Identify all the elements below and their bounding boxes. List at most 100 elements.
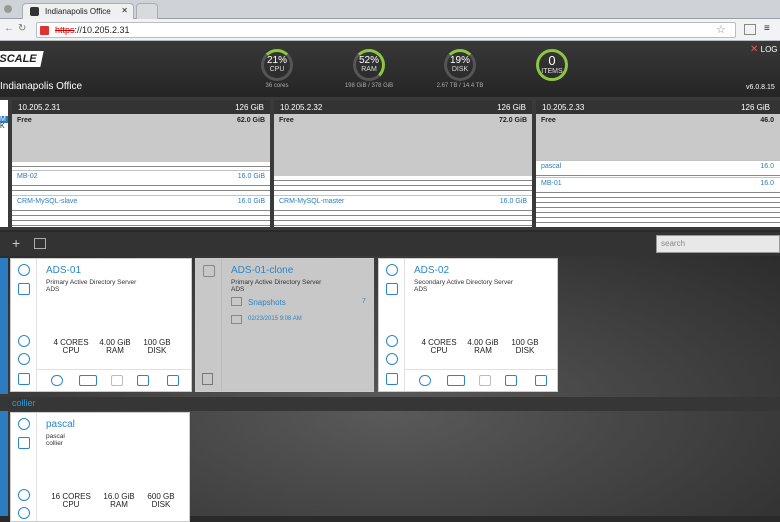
vm-description: Primary Active Directory Server (231, 279, 322, 286)
vm-card-ads01[interactable]: ADS-01 Primary Active Directory Server AD… (10, 258, 192, 392)
vm-card-ads01-clone[interactable]: ADS-01-clone Primary Active Directory Se… (195, 258, 374, 392)
node-ip: 10.205.2.32 (280, 103, 323, 112)
camera-icon[interactable] (167, 375, 179, 386)
free-value: 46.0 (760, 117, 774, 124)
console-icon[interactable] (18, 283, 30, 295)
ram-value: 52% (358, 55, 379, 66)
vm-name[interactable]: ADS-01-clone (231, 265, 293, 276)
vm-tag: ADS (231, 286, 245, 293)
vm-card-ads02[interactable]: ADS-02 Secondary Active Directory Server… (378, 258, 558, 392)
add-icon[interactable]: + (12, 235, 20, 251)
logout-button[interactable]: ✕ LOG (750, 44, 778, 55)
snapshots-icon (231, 297, 242, 306)
url-host: ://10.205.2.31 (74, 25, 130, 35)
search-input[interactable]: search (656, 235, 780, 253)
snapshot-list-icon[interactable] (505, 375, 517, 386)
status-icon[interactable] (18, 489, 30, 501)
snapshots-label[interactable]: Snapshots (248, 298, 286, 307)
vm-row[interactable]: MB-02 16.0 GiB (12, 170, 270, 181)
node-1[interactable]: 10.205.2.31 126 GiB Free 62.0 GiB MB-02 16.… (12, 100, 270, 227)
wrench-icon[interactable] (419, 375, 431, 386)
cpu-stat: 4 CORES CPU (421, 338, 457, 355)
vm-name[interactable]: ADS-01 (46, 265, 81, 276)
vm-card-pascal[interactable]: pascal pascal collier 16 CORES CPU 16.0 Gi… (10, 412, 190, 522)
delete-icon[interactable] (479, 375, 491, 386)
console-icon[interactable] (203, 265, 215, 277)
layers-icon[interactable] (18, 373, 30, 385)
node-panels: M K 10.205.2.31 126 GiB Free 62.0 GiB MB-0… (0, 97, 780, 230)
group-header-collier[interactable]: collier (0, 397, 780, 411)
left-stub-2: K (0, 123, 5, 130)
delete-icon[interactable] (202, 373, 213, 385)
back-icon[interactable]: ← (4, 23, 14, 34)
tab-close-icon[interactable]: ✕ (121, 6, 128, 15)
left-stub-1: M (0, 116, 8, 123)
node-2[interactable]: 10.205.2.32 126 GiB Free 72.0 GiB CRM-MySQ… (274, 100, 532, 227)
snapshot-item-icon (231, 315, 242, 324)
disk-stat: 100 GB DISK (511, 338, 539, 355)
vm-row[interactable]: pascal 16.0 (536, 160, 780, 171)
ram-stat: 4.00 GiB RAM (99, 338, 131, 355)
ram-sub: 198 GiB / 378 GiB (344, 83, 394, 89)
layers-icon[interactable] (386, 373, 398, 385)
vm-name[interactable]: ADS-02 (414, 265, 449, 276)
status-icon[interactable] (18, 335, 30, 347)
cpu-stat: 4 CORES CPU (53, 338, 89, 355)
power-icon[interactable] (386, 264, 398, 276)
disk-value: 19% (449, 55, 470, 66)
delete-icon[interactable] (111, 375, 123, 386)
snapshots-count: 7 (362, 298, 366, 305)
left-stub-panel: M K (0, 100, 8, 227)
extension-icon[interactable] (744, 24, 756, 35)
group-edge (0, 258, 8, 394)
vm-row[interactable]: CRM-MySQL-master 16.0 GiB (274, 195, 532, 206)
settings-icon[interactable] (18, 353, 30, 365)
vm-row[interactable]: MB-01 16.0 (536, 177, 780, 188)
items-gauge: 0 ITEMS (532, 49, 572, 81)
menu-icon[interactable]: ≡ (764, 23, 770, 34)
status-icon[interactable] (386, 335, 398, 347)
free-label: Free (279, 117, 294, 124)
import-box-icon[interactable] (34, 238, 46, 249)
node-ip: 10.205.2.31 (18, 103, 61, 112)
console-icon[interactable] (386, 283, 398, 295)
cpu-stat: 16 CORES CPU (51, 492, 91, 509)
bookmark-star-icon[interactable]: ☆ (716, 23, 726, 36)
vm-description: Secondary Active Directory Server (414, 279, 513, 286)
browser-tab-bar: Indianapolis Office ✕ (0, 0, 780, 19)
cpu-label: CPU (269, 66, 285, 73)
vm-name[interactable]: pascal (46, 419, 75, 430)
address-bar[interactable]: https://10.205.2.31 (36, 22, 736, 38)
ram-gauge: 52% RAM 198 GiB / 378 GiB (345, 49, 393, 89)
browser-toolbar: ← ↻ https://10.205.2.31 ☆ ≡ (0, 19, 780, 41)
clone-icon[interactable] (79, 375, 97, 386)
wrench-icon[interactable] (51, 375, 63, 386)
settings-icon[interactable] (18, 507, 30, 519)
items-label: ITEMS (541, 67, 563, 75)
vm-tag: ADS (46, 286, 60, 293)
settings-icon[interactable] (386, 353, 398, 365)
node-total: 126 GiB (235, 103, 264, 112)
power-icon[interactable] (18, 264, 30, 276)
power-icon[interactable] (18, 418, 30, 430)
snapshot-date[interactable]: 02/23/2015 9:08 AM (248, 316, 302, 322)
node-ip: 10.205.2.33 (542, 103, 585, 112)
node-total: 126 GiB (741, 103, 770, 112)
node-3[interactable]: 10.205.2.33 126 GiB Free 46.0 pascal 16.0 M… (536, 100, 780, 227)
clone-icon[interactable] (447, 375, 465, 386)
disk-label: DISK (451, 66, 469, 73)
disk-sub: 2.67 TB / 14.4 TB (436, 83, 484, 89)
node-total: 126 GiB (497, 103, 526, 112)
window-close-icon[interactable] (4, 5, 12, 13)
tab-favicon-icon (30, 7, 39, 16)
vm-tag: collier (46, 440, 63, 447)
browser-new-tab[interactable] (136, 3, 158, 19)
camera-icon[interactable] (535, 375, 547, 386)
cpu-gauge: 21% CPU 36 cores (257, 49, 297, 89)
snapshot-list-icon[interactable] (137, 375, 149, 386)
console-icon[interactable] (18, 437, 30, 449)
browser-tab-active[interactable]: Indianapolis Office ✕ (22, 3, 134, 19)
vm-row[interactable]: CRM-MySQL-slave 16.0 GiB (12, 195, 270, 206)
free-value: 72.0 GiB (498, 117, 527, 124)
reload-icon[interactable]: ↻ (18, 23, 26, 34)
